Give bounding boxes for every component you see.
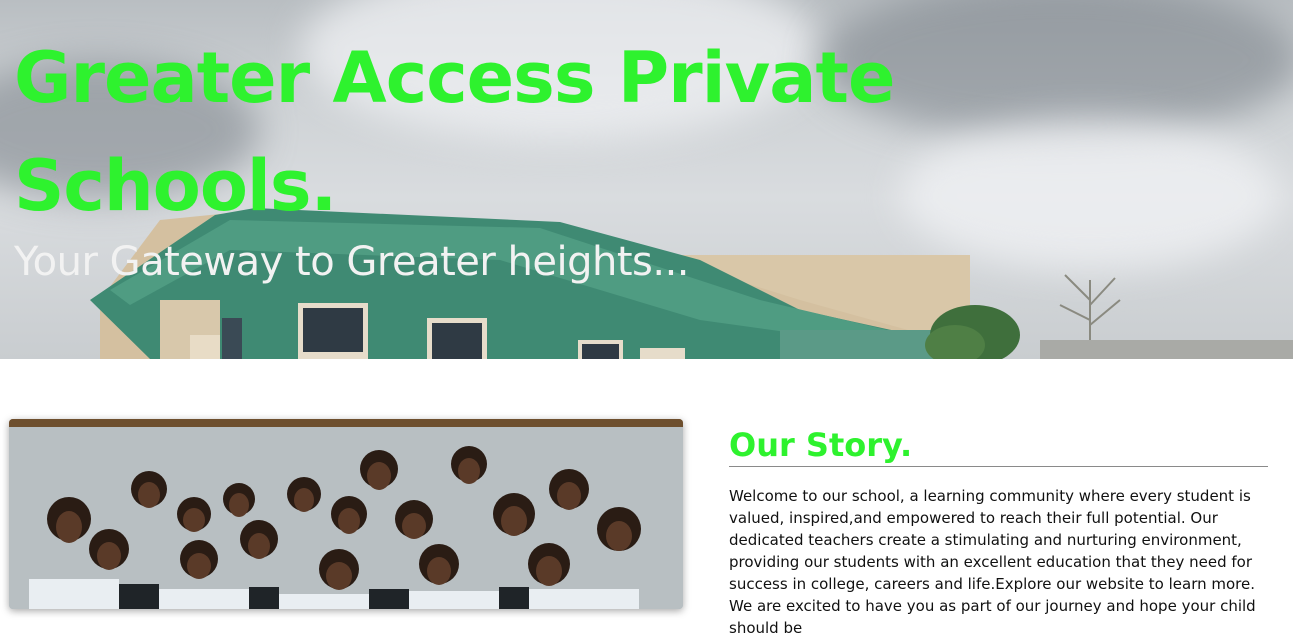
hero-title: Greater Access Private Schools. bbox=[14, 37, 895, 227]
our-story-heading: Our Story. bbox=[729, 426, 913, 464]
students-photo-image bbox=[9, 419, 683, 609]
our-story-text: Welcome to our school, a learning commun… bbox=[729, 487, 1256, 637]
hero-subtitle: Your Gateway to Greater heights... bbox=[14, 239, 690, 285]
hero-banner: Greater Access Private Schools. Your Gat… bbox=[0, 0, 1293, 359]
divider bbox=[729, 466, 1268, 467]
students-group-photo bbox=[9, 419, 683, 609]
our-story-section: Our Story. Welcome to our school, a lear… bbox=[729, 424, 1268, 639]
